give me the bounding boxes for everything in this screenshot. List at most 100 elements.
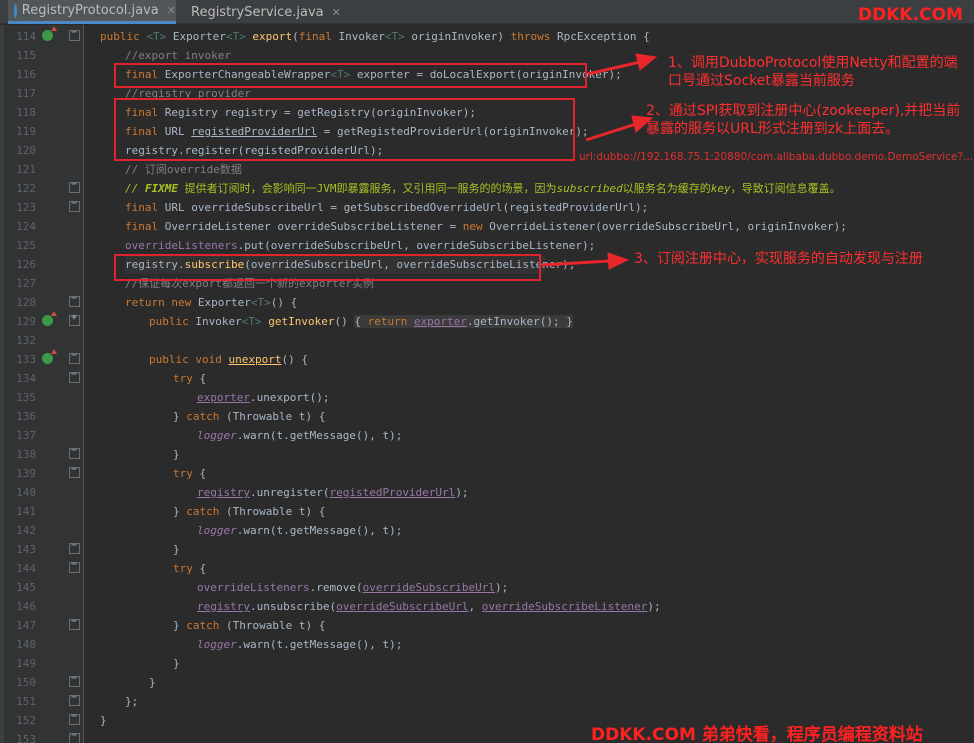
code-line-148: logger.warn(t.getMessage(), t); <box>197 638 403 651</box>
fold-icon[interactable] <box>69 616 80 630</box>
fold-icon[interactable] <box>69 464 80 478</box>
line-number: 140 <box>16 486 36 499</box>
fold-icon[interactable] <box>69 179 80 193</box>
code-line-152: } <box>100 714 107 727</box>
close-icon[interactable]: ✕ <box>167 4 176 17</box>
highlight-box-subscribe <box>114 254 541 281</box>
code-line-146: registry.unsubscribe(overrideSubscribeUr… <box>197 600 661 613</box>
line-number: 149 <box>16 657 36 670</box>
fold-icon[interactable] <box>69 559 80 573</box>
code-line-135: exporter.unexport(); <box>197 391 330 404</box>
line-number: 118 <box>16 106 36 119</box>
tab-label: RegistryService.java <box>191 4 324 20</box>
line-number: 148 <box>16 638 36 651</box>
line-number: 136 <box>16 410 36 423</box>
tab-registry-protocol[interactable]: RegistryProtocol.java ✕ <box>8 0 176 24</box>
code-line-141: } catch (Throwable t) { <box>173 505 326 518</box>
fold-icon[interactable] <box>69 27 80 41</box>
code-line-129: public Invoker<T> getInvoker() { return … <box>149 315 573 328</box>
line-number: 125 <box>16 239 36 252</box>
line-number: 134 <box>16 372 36 385</box>
tab-registry-service[interactable]: RegistryService.java ✕ <box>180 0 341 24</box>
line-number: 139 <box>16 467 36 480</box>
line-number: 138 <box>16 448 36 461</box>
fold-icon[interactable] <box>69 673 80 687</box>
annotation-note-1: 1、调用DubboProtocol使用Netty和配置的端口号通过Socket暴… <box>668 55 958 89</box>
fold-icon[interactable] <box>69 198 80 212</box>
override-icon[interactable] <box>42 311 57 326</box>
annotation-note-3: 3、订阅注册中心，实现服务的自动发现与注册 <box>634 251 923 267</box>
line-number: 124 <box>16 220 36 233</box>
code-line-139: try { <box>173 467 207 480</box>
editor-tab-bar: RegistryProtocol.java ✕ RegistryService.… <box>0 0 974 24</box>
code-line-121: // 订阅override数据 <box>125 163 242 176</box>
line-number: 116 <box>16 68 36 81</box>
code-line-114: public <T> Exporter<T> export(final Invo… <box>100 30 650 43</box>
line-number: 117 <box>16 87 36 100</box>
code-line-138: } <box>173 448 180 461</box>
code-line-145: overrideListeners.remove(overrideSubscri… <box>197 581 509 594</box>
line-number: 133 <box>16 353 36 366</box>
fold-icon[interactable] <box>69 350 80 364</box>
fold-icon[interactable] <box>69 369 80 383</box>
line-number: 145 <box>16 581 36 594</box>
code-line-144: try { <box>173 562 207 575</box>
annotation-url: url:dubbo://192.168.75.1:20880/com.aliba… <box>579 151 974 163</box>
line-number: 152 <box>16 714 36 727</box>
code-line-136: } catch (Throwable t) { <box>173 410 326 423</box>
fold-icon[interactable] <box>69 445 80 459</box>
line-number: 121 <box>16 163 36 176</box>
tab-label: RegistryProtocol.java <box>21 3 159 18</box>
line-number: 135 <box>16 391 36 404</box>
line-number: 151 <box>16 695 36 708</box>
fold-icon[interactable] <box>69 692 80 706</box>
line-number: 119 <box>16 125 36 138</box>
line-number-gutter: 114 115 116 117 118 119 120 121 122 123 124 125 126 1… <box>5 25 84 743</box>
line-number: 142 <box>16 524 36 537</box>
line-number: 128 <box>16 296 36 309</box>
code-line-149: } <box>173 657 180 670</box>
watermark-bottom: DDKK.COM 弟弟快看，程序员编程资料站 <box>591 725 923 743</box>
fold-icon[interactable] <box>69 540 80 554</box>
line-number: 127 <box>16 277 36 290</box>
line-number: 143 <box>16 543 36 556</box>
line-number: 120 <box>16 144 36 157</box>
code-line-140: registry.unregister(registedProviderUrl)… <box>197 486 469 499</box>
code-line-150: } <box>149 676 156 689</box>
code-line-147: } catch (Throwable t) { <box>173 619 326 632</box>
expand-icon[interactable] <box>69 312 80 326</box>
line-number: 144 <box>16 562 36 575</box>
line-number: 132 <box>16 334 36 347</box>
close-icon[interactable]: ✕ <box>332 6 341 19</box>
code-line-122: // FIXME 提供者订阅时，会影响同一JVM即暴露服务，又引用同一服务的的场… <box>125 182 841 195</box>
code-line-134: try { <box>173 372 207 385</box>
fold-icon[interactable] <box>69 730 80 743</box>
fold-icon[interactable] <box>69 293 80 307</box>
code-line-137: logger.warn(t.getMessage(), t); <box>197 429 403 442</box>
watermark-top: DDKK.COM <box>858 5 963 25</box>
code-line-142: logger.warn(t.getMessage(), t); <box>197 524 403 537</box>
code-line-124: final OverrideListener overrideSubscribe… <box>125 220 847 233</box>
line-number: 122 <box>16 182 36 195</box>
line-number: 150 <box>16 676 36 689</box>
line-number: 123 <box>16 201 36 214</box>
code-line-151: }; <box>125 695 139 708</box>
fold-icon[interactable] <box>69 711 80 725</box>
line-number: 141 <box>16 505 36 518</box>
annotation-note-2: 2、通过SPI获取到注册中心(zookeeper),并把当前暴露的服务以URL形… <box>646 103 961 137</box>
code-line-123: final URL overrideSubscribeUrl = getSubs… <box>125 201 649 214</box>
line-number: 115 <box>16 49 36 62</box>
class-icon <box>14 3 17 18</box>
override-icon[interactable] <box>42 26 57 41</box>
line-number: 137 <box>16 429 36 442</box>
code-line-143: } <box>173 543 180 556</box>
code-line-125: overrideListeners.put(overrideSubscribeU… <box>125 239 596 252</box>
code-line-133: public void unexport() { <box>149 353 308 366</box>
line-number: 114 <box>16 30 36 43</box>
line-number: 147 <box>16 619 36 632</box>
line-number: 129 <box>16 315 36 328</box>
line-number: 146 <box>16 600 36 613</box>
highlight-box-export <box>114 63 587 88</box>
code-line-128: return new Exporter<T>() { <box>125 296 298 309</box>
override-icon[interactable] <box>42 349 57 364</box>
